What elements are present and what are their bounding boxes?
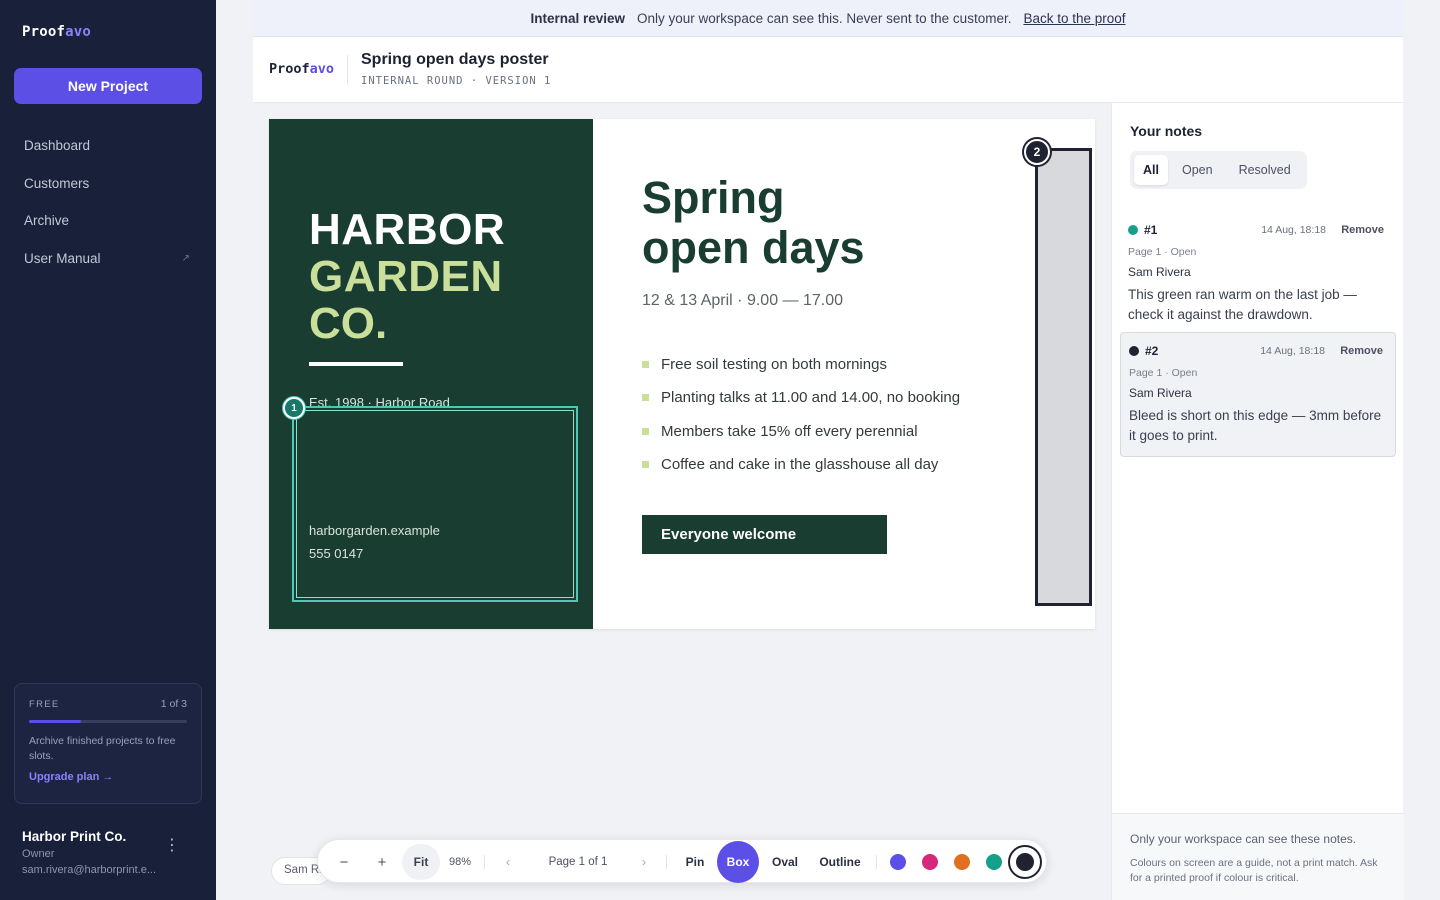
notes-footer-colour-note: Colours on screen are a guide, not a pri… (1130, 857, 1378, 884)
internal-review-banner: Internal review Only your workspace can … (253, 0, 1403, 37)
color-swatch-black-selected[interactable] (1008, 845, 1042, 879)
banner-label: Internal review (530, 10, 626, 26)
page-indicator: Page 1 of 1 (548, 856, 608, 868)
annotation-pin-1[interactable]: 1 (283, 397, 305, 419)
plan-card: FREE 1 of 3 Archive finished projects to… (14, 683, 202, 804)
poster-cta: Everyone welcome (642, 515, 887, 554)
tab-resolved[interactable]: Resolved (1227, 155, 1303, 185)
zoom-in-button[interactable]: + (370, 840, 394, 884)
tab-open[interactable]: Open (1170, 155, 1225, 185)
notes-footer: Only your workspace can see these notes.… (1112, 813, 1404, 900)
poster-dates: 12 & 13 April · 9.00 — 17.00 (642, 292, 844, 309)
annotation-toolbar: − + Fit 98% ‹ Page 1 of 1 › Pin Box Oval… (317, 839, 1047, 883)
tool-pin-button[interactable]: Pin (680, 840, 710, 884)
poster-brand-line-2: GARDEN (309, 252, 503, 301)
notes-filter-tabs: All Open Resolved (1130, 151, 1307, 189)
note-meta: Page 1 · Open (1129, 367, 1198, 379)
notes-footer-privacy: Only your workspace can see these notes. (1130, 832, 1357, 846)
poster-bullet: Planting talks at 11.00 and 14.00, no bo… (642, 389, 960, 422)
color-swatch-purple[interactable] (890, 854, 906, 870)
sidebar-item-customers[interactable]: Customers (0, 165, 216, 203)
banner-text: Only your workspace can see this. Never … (637, 10, 1012, 26)
note-time: 14 Aug, 18:18 (1260, 345, 1325, 357)
note-color-dot (1129, 346, 1139, 356)
plan-progress-fill (29, 720, 82, 723)
selected-color-dot (1016, 853, 1034, 871)
page-title: Spring open days poster (361, 51, 549, 68)
new-project-button[interactable]: New Project (14, 68, 202, 104)
notes-panel: Your notes All Open Resolved #1 14 Aug, … (1111, 103, 1404, 900)
header-logo[interactable]: Proofavo (269, 61, 334, 77)
note-meta: Page 1 · Open (1128, 246, 1197, 258)
proof-canvas[interactable]: HARBOR GARDEN CO. Est. 1998 · Harbor Roa… (253, 103, 1111, 900)
note-color-dot (1128, 225, 1138, 235)
poster-rule (309, 362, 403, 366)
account-email: sam.rivera@harborprint.e... (22, 864, 157, 876)
back-to-proof-link[interactable]: Back to the proof (1023, 11, 1125, 26)
plan-tier: FREE (29, 699, 60, 710)
plan-count: 1 of 3 (160, 698, 187, 710)
poster-bullet: Members take 15% off every perennial (642, 423, 960, 456)
tool-box-button[interactable]: Box (717, 841, 759, 883)
note-body: Bleed is short on this edge — 3mm before… (1129, 408, 1382, 443)
note-body: This green ran warm on the last job — ch… (1128, 287, 1357, 322)
note-id: #2 (1145, 344, 1159, 358)
prev-page-button[interactable]: ‹ (498, 840, 518, 884)
note-id: #1 (1144, 223, 1158, 237)
poster-left-panel: HARBOR GARDEN CO. Est. 1998 · Harbor Roa… (269, 119, 593, 629)
poster-brand-line-1: HARBOR (309, 205, 506, 254)
plan-progress-bar (29, 720, 187, 723)
header-divider (347, 55, 348, 85)
sidebar-item-user-manual[interactable]: User Manual ↗ (0, 240, 216, 278)
note-author: Sam Rivera (1129, 386, 1192, 400)
sidebar: Proofavo New Project Dashboard Customers… (0, 0, 216, 900)
external-link-icon: ↗ (181, 252, 190, 264)
sidebar-brand[interactable]: Proofavo (22, 24, 91, 40)
poster-title-line-2: open days (642, 222, 865, 273)
fit-button[interactable]: Fit (402, 844, 440, 880)
poster-bullet: Free soil testing on both mornings (642, 356, 960, 389)
note-remove-button[interactable]: Remove (1341, 224, 1384, 236)
toolbar-divider (666, 855, 667, 869)
tab-all[interactable]: All (1134, 155, 1168, 185)
annotation-pin-2[interactable]: 2 (1024, 139, 1050, 165)
poster-bullet: Coffee and cake in the glasshouse all da… (642, 456, 960, 489)
page-subtitle: INTERNAL ROUND · VERSION 1 (361, 75, 552, 87)
sidebar-item-archive[interactable]: Archive (0, 202, 216, 240)
note-author: Sam Rivera (1128, 265, 1191, 279)
notes-title: Your notes (1130, 123, 1203, 139)
box-annotation-1[interactable] (292, 406, 578, 602)
box-annotation-2[interactable] (1035, 148, 1092, 606)
note-item-selected[interactable]: #2 14 Aug, 18:18 Remove Page 1 · Open Sa… (1120, 332, 1396, 457)
color-swatch-orange[interactable] (954, 854, 970, 870)
tool-outline-button[interactable]: Outline (814, 840, 866, 884)
sidebar-item-dashboard[interactable]: Dashboard (0, 127, 216, 165)
account-block: Harbor Print Co. Owner sam.rivera@harbor… (22, 829, 194, 876)
zoom-out-button[interactable]: − (332, 840, 356, 884)
sidebar-nav: Dashboard Customers Archive User Manual ↗ (0, 127, 216, 277)
upgrade-plan-link[interactable]: Upgrade plan → (29, 771, 187, 783)
proof-header: Proofavo Spring open days poster INTERNA… (253, 37, 1403, 103)
poster-title-line-1: Spring (642, 172, 785, 223)
note-time: 14 Aug, 18:18 (1261, 224, 1326, 236)
tool-oval-button[interactable]: Oval (766, 840, 804, 884)
poster-brand-line-3: CO. (309, 299, 388, 348)
note-remove-button[interactable]: Remove (1340, 345, 1383, 357)
poster-bullet-list: Free soil testing on both mornings Plant… (642, 356, 960, 489)
toolbar-divider (484, 855, 485, 869)
note-item[interactable]: #1 14 Aug, 18:18 Remove Page 1 · Open Sa… (1120, 212, 1396, 335)
zoom-level: 98% (448, 856, 472, 868)
next-page-button[interactable]: › (634, 840, 654, 884)
kebab-menu-icon[interactable]: ⋮ (164, 835, 180, 855)
color-swatch-teal[interactable] (986, 854, 1002, 870)
toolbar-divider (876, 855, 877, 869)
color-swatch-pink[interactable] (922, 854, 938, 870)
plan-text: Archive finished projects to free slots. (29, 735, 176, 762)
poster-artwork[interactable]: HARBOR GARDEN CO. Est. 1998 · Harbor Roa… (269, 119, 1095, 629)
